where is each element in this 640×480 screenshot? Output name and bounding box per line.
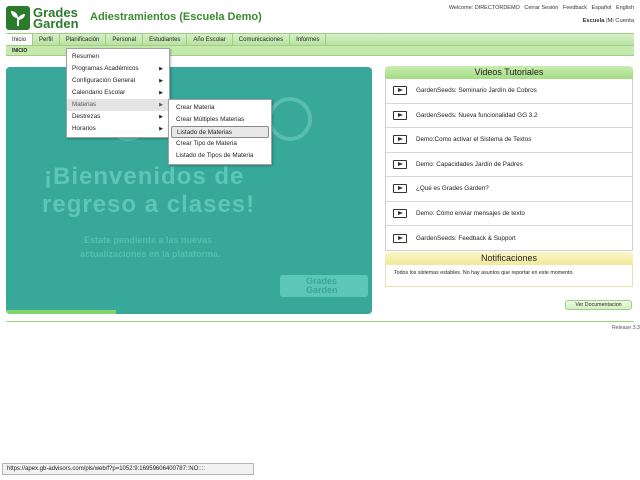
main-nav: Inicio Perfil Planificación Personal Est… [6, 33, 634, 46]
banner-stripe [6, 310, 116, 314]
video-item[interactable]: Demo: Cómo enviar mensajes de texto [386, 202, 632, 226]
logout-link[interactable]: Cerrar Sesión [524, 5, 558, 11]
menu-item-crear-multiples[interactable]: Crear Múltiples Materias [171, 114, 269, 126]
menu-item-programas[interactable]: Programas Académicos ▶ [67, 63, 169, 75]
logo-text: Grades Garden [33, 6, 79, 31]
play-video-icon [393, 86, 407, 96]
video-label: Demo:Como activar el Sistema de Textos [416, 136, 532, 144]
tab-ano-escolar[interactable]: Año Escolar [187, 34, 233, 45]
video-label: ¿Qué es Grades Garden? [416, 185, 489, 193]
menu-item-horarios[interactable]: Horarios ▶ [67, 123, 169, 135]
chevron-right-icon: ▶ [159, 66, 163, 72]
menu-item-listado-tipos[interactable]: Listado de Tipos de Materia [171, 150, 269, 162]
banner-logo: Grades Garden [280, 275, 368, 297]
videos-panel-title: Videos Tutoriales [385, 66, 633, 79]
top-links: Welcome: DIRECTORDEMO Cerrar Sesión Feed… [446, 5, 634, 11]
app-title: Adiestramientos (Escuela Demo) [90, 11, 262, 23]
menu-item-calendario[interactable]: Calendario Escolar ▶ [67, 87, 169, 99]
banner-sub-line2: actualizaciones en la plataforma. [80, 249, 221, 259]
video-label: GardenSeeds: Seminario Jardín de Cobros [416, 87, 537, 95]
menu-item-label: Programas Académicos [72, 65, 139, 72]
play-video-icon [393, 208, 407, 218]
menu-item-label: Horarios [72, 125, 96, 132]
banner-logo-line2: Garden [306, 285, 338, 295]
video-label: GardenSeeds: Nueva funcionalidad GG 3.2 [416, 111, 538, 119]
play-video-icon [393, 110, 407, 120]
banner-heading-line1: ¡Bienvenidos de [44, 163, 245, 190]
videos-list: GardenSeeds: Seminario Jardín de Cobros … [385, 79, 633, 251]
play-video-icon [393, 159, 407, 169]
menu-item-label: Resumen [72, 53, 99, 60]
my-account-link[interactable]: Mi Cuenta [608, 18, 634, 24]
banner-heading-line2: regreso a clases! [42, 191, 256, 218]
tab-inicio[interactable]: Inicio [6, 34, 34, 45]
chevron-right-icon: ▶ [159, 114, 163, 120]
school-link[interactable]: Escuela [583, 18, 605, 24]
video-item[interactable]: ¿Qué es Grades Garden? [386, 177, 632, 202]
video-label: Demo: Capacidades Jardín de Padres [416, 160, 523, 168]
chevron-right-icon: ▶ [159, 78, 163, 84]
tab-planificacion[interactable]: Planificación [60, 34, 107, 45]
tab-personal[interactable]: Personal [106, 34, 144, 45]
tab-perfil[interactable]: Perfil [33, 34, 60, 45]
release-version: Release 3.3 [611, 325, 640, 331]
video-item[interactable]: GardenSeeds: Feedback & Support [386, 226, 632, 251]
browser-status-url: https://apex.gb-advisors.com/pls/web/f?p… [2, 463, 254, 475]
menu-item-crear-materia[interactable]: Crear Materia [171, 102, 269, 114]
video-item[interactable]: Demo:Como activar el Sistema de Textos [386, 128, 632, 153]
account-links: Escuela |Mi Cuenta [583, 18, 634, 24]
menu-item-label: Calendario Escolar [72, 89, 126, 96]
play-video-icon [393, 135, 407, 145]
menu-item-label: Configuración General [72, 77, 136, 84]
menu-item-crear-tipo[interactable]: Crear Tipo de Materia [171, 138, 269, 150]
tab-comunicaciones[interactable]: Comunicaciones [233, 34, 291, 45]
menu-item-materias[interactable]: Materias ▶ [67, 99, 169, 111]
planificacion-menu: Resumen Programas Académicos ▶ Configurac… [66, 48, 170, 138]
menu-item-listado-materias[interactable]: Listado de Materias [171, 126, 269, 138]
video-label: Demo: Cómo enviar mensajes de texto [416, 209, 525, 217]
welcome-text: Welcome: DIRECTORDEMO [448, 5, 520, 11]
banner-sub-line1: Estate pendiente a las nuevas [84, 235, 213, 245]
feedback-link[interactable]: Feedback [563, 5, 587, 11]
menu-item-label: Materias [72, 101, 97, 108]
sprout-icon [6, 6, 30, 30]
grades-garden-logo[interactable]: Grades Garden [6, 5, 84, 31]
tab-estudiantes[interactable]: Estudiantes [143, 34, 188, 45]
lang-es-link[interactable]: Español [592, 5, 612, 11]
view-documentation-button[interactable]: Ver Documentacion [565, 300, 632, 310]
chevron-right-icon: ▶ [159, 102, 163, 108]
smiley-icon [268, 97, 312, 141]
footer-divider [6, 321, 634, 322]
video-label: GardenSeeds: Feedback & Support [416, 234, 516, 242]
menu-item-resumen[interactable]: Resumen [67, 51, 169, 63]
menu-item-label: Destrezas [72, 113, 101, 120]
video-item[interactable]: Demo: Capacidades Jardín de Padres [386, 153, 632, 177]
notifications-message: Todos los sistemas estables. No hay asun… [385, 265, 633, 287]
notifications-panel-title: Notificaciones [385, 252, 633, 265]
materias-submenu: Crear Materia Crear Múltiples Materias L… [168, 99, 272, 165]
video-item[interactable]: GardenSeeds: Nueva funcionalidad GG 3.2 [386, 104, 632, 128]
play-video-icon [393, 184, 407, 194]
chevron-right-icon: ▶ [159, 90, 163, 96]
tab-informes[interactable]: Informes [290, 34, 327, 45]
menu-item-configuracion[interactable]: Configuración General ▶ [67, 75, 169, 87]
lang-en-link[interactable]: English [616, 5, 634, 11]
video-item[interactable]: GardenSeeds: Seminario Jardín de Cobros [386, 79, 632, 104]
page: Grades Garden Adiestramientos (Escuela D… [0, 0, 640, 480]
play-video-icon [393, 233, 407, 243]
logo-line-2: Garden [33, 16, 79, 31]
chevron-right-icon: ▶ [159, 126, 163, 132]
menu-item-destrezas[interactable]: Destrezas ▶ [67, 111, 169, 123]
